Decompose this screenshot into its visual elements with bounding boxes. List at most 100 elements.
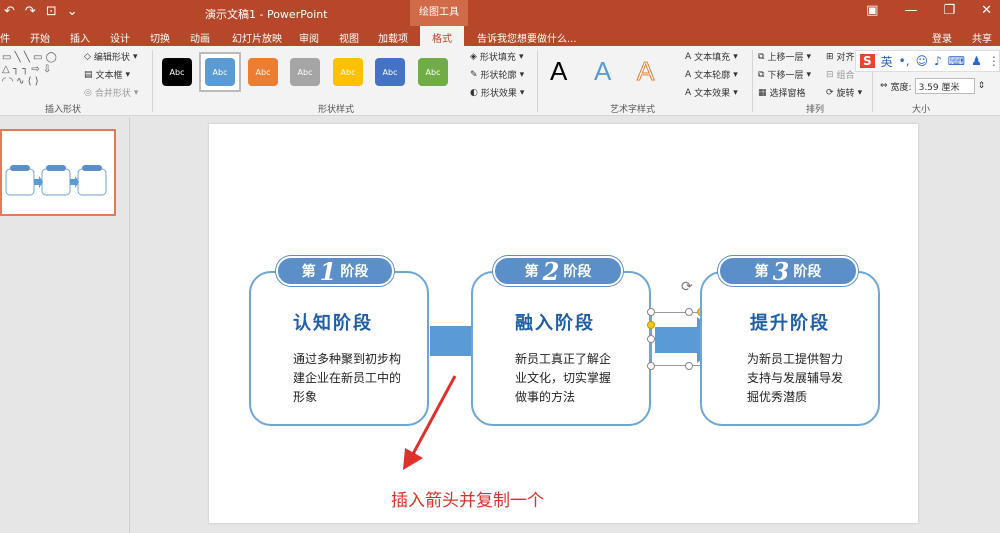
ime-language[interactable]: 英 [881, 53, 893, 70]
stage-title-2: 融入阶段 [515, 313, 595, 334]
resize-handle[interactable] [647, 308, 655, 316]
spinner-icon[interactable]: ⇕ [978, 81, 986, 91]
stage-title-1: 认知阶段 [293, 313, 373, 334]
restore-icon[interactable]: ❐ [943, 3, 955, 18]
stage-suffix: 阶段 [340, 264, 369, 280]
tab-slideshow[interactable]: 幻灯片放映 [232, 30, 282, 45]
rotate-label: 旋转 [836, 89, 855, 99]
merge-shapes-button[interactable]: ◎ 合并形状 ▾ [84, 86, 138, 100]
chevron-down-icon: ▾ [518, 51, 524, 62]
align-icon: ⊞ [826, 51, 834, 62]
wordart-blue[interactable]: A [594, 56, 611, 87]
tab-review[interactable]: 审阅 [299, 30, 319, 45]
group-button[interactable]: ⊟ 组合 [826, 68, 855, 82]
ribbon: ▭ ╲ ╲ ▭ ◯ △ ┐ ┐ ⇨ ⇩ ◜ ◝ ∿ ⟨ ⟩ ◇ 编辑形状 ▾ ▤ 文本… [0, 46, 1000, 116]
bring-forward-icon: ⧉ [758, 51, 765, 62]
skin-icon[interactable]: ♟ [971, 54, 982, 68]
shape-gallery[interactable]: ▭ ╲ ╲ ▭ ◯ △ ┐ ┐ ⇨ ⇩ ◜ ◝ ∿ ⟨ ⟩ [2, 52, 74, 96]
adjust-handle[interactable] [647, 321, 655, 329]
microphone-icon[interactable]: ♪ [934, 54, 942, 68]
stage-suffix: 阶段 [793, 264, 822, 280]
punctuation-icon[interactable]: •, [899, 54, 910, 68]
ribbon-display-icon[interactable]: ▣ [866, 3, 878, 18]
style-swatch-blue[interactable]: Abc [205, 58, 235, 86]
tab-animations[interactable]: 动画 [190, 30, 210, 45]
tab-insert[interactable]: 插入 [70, 30, 90, 45]
tab-addins[interactable]: 加载项 [378, 30, 408, 45]
redo-icon[interactable]: ↷ [25, 4, 36, 19]
close-icon[interactable]: ✕ [981, 3, 992, 18]
tell-me-search[interactable]: 告诉我您想要做什么... [477, 30, 577, 45]
undo-icon[interactable]: ↶ [4, 4, 15, 19]
chevron-down-icon: ▾ [733, 51, 738, 62]
group-icon: ⊟ [826, 69, 834, 80]
resize-handle[interactable] [685, 362, 693, 370]
minimize-icon[interactable]: — [904, 3, 917, 18]
edit-shape-button[interactable]: ◇ 编辑形状 ▾ [84, 50, 138, 64]
tab-file[interactable]: 件 [0, 30, 10, 45]
shape-effects-label: 形状效果 [480, 89, 517, 99]
chevron-down-icon: ▾ [806, 51, 811, 62]
style-swatch-green[interactable]: Abc [418, 58, 448, 86]
selection-pane-button[interactable]: ▦ 选择窗格 [758, 86, 806, 100]
tab-view[interactable]: 视图 [339, 30, 359, 45]
text-box-label: 文本框 [95, 71, 123, 81]
shape-fill-button[interactable]: ◈ 形状填充 ▾ [470, 50, 524, 64]
send-backward-icon: ⧉ [758, 69, 765, 80]
style-swatch-orange[interactable]: Abc [248, 58, 278, 86]
slide-canvas[interactable]: 第 1 阶段 认知阶段 通过多种聚到初步构建企业在新员工中的形象 第 2 阶段 … [209, 124, 918, 523]
style-swatch-gold[interactable]: Abc [333, 58, 363, 86]
slide-thumbnail[interactable] [0, 129, 116, 216]
tab-design[interactable]: 设计 [110, 30, 130, 45]
text-fill-button[interactable]: A 文本填充 ▾ [685, 50, 738, 64]
style-swatch-darkblue[interactable]: Abc [375, 58, 405, 86]
wordart-black[interactable]: A [550, 56, 567, 87]
chevron-down-icon: ▾ [733, 87, 738, 98]
login-link[interactable]: 登录 [932, 30, 952, 45]
send-backward-button[interactable]: ⧉ 下移一层 ▾ [758, 68, 811, 82]
present-icon[interactable]: ⊡ [46, 4, 57, 19]
text-effects-label: 文本效果 [694, 89, 731, 99]
stage-prefix: 第 [754, 264, 769, 280]
width-input[interactable]: 3.59 厘米 [914, 78, 975, 94]
rotate-button[interactable]: ⟳ 旋转 ▾ [826, 86, 862, 100]
wordart-orange-outline[interactable]: A [636, 56, 654, 87]
shape-outline-button[interactable]: ✎ 形状轮廓 ▾ [470, 68, 524, 82]
style-swatch-black[interactable]: Abc [162, 58, 192, 86]
keyboard-icon[interactable]: ⌨ [948, 54, 965, 68]
stage-tab-2: 第 2 阶段 [493, 256, 623, 286]
emoji-icon[interactable]: ☺ [916, 54, 929, 68]
stage-body-2: 新员工真正了解企业文化，切实掌握做事的方法 [515, 352, 612, 404]
text-box-button[interactable]: ▤ 文本框 ▾ [84, 68, 130, 82]
tab-format[interactable]: 格式 [420, 26, 464, 46]
share-button[interactable]: 共享 [972, 30, 992, 45]
rotate-icon: ⟳ [826, 87, 834, 98]
text-effects-button[interactable]: A 文本效果 ▾ [685, 86, 738, 100]
stage-body-3: 为新员工提供智力支持与发展辅导发掘优秀潜质 [747, 352, 844, 404]
effects-icon: ◐ [470, 87, 478, 98]
customize-qat-icon[interactable]: ⌄ [67, 4, 78, 19]
title-bar: ↶ ↷ ⊡ ⌄ 演示文稿1 - PowerPoint 绘图工具 ▣ — ❐ ✕ [0, 0, 1000, 26]
toolbox-icon[interactable]: ⋮⋮ [988, 54, 1000, 68]
group-label-arrange: 排列 [806, 105, 825, 115]
sogou-logo-icon: S [860, 54, 875, 68]
resize-handle[interactable] [685, 308, 693, 316]
align-label: 对齐 [836, 53, 855, 63]
style-swatch-gray[interactable]: Abc [290, 58, 320, 86]
align-button[interactable]: ⊞ 对齐 [826, 50, 855, 64]
resize-handle[interactable] [647, 335, 655, 343]
tab-transitions[interactable]: 切换 [150, 30, 170, 45]
text-outline-button[interactable]: A 文本轮廓 ▾ [685, 68, 738, 82]
tab-home[interactable]: 开始 [30, 30, 50, 45]
shape-effects-button[interactable]: ◐ 形状效果 ▾ [470, 86, 524, 100]
group-label-insert-shapes: 插入形状 [45, 105, 82, 115]
rotate-handle-icon[interactable]: ⟳ [681, 279, 693, 295]
shapes-row-1: ▭ ╲ ╲ ▭ ◯ [2, 52, 57, 63]
group-label: 组合 [836, 71, 855, 81]
chevron-down-icon: ▾ [132, 51, 138, 62]
bring-forward-button[interactable]: ⧉ 上移一层 ▾ [758, 50, 811, 64]
text-fill-label: 文本填充 [694, 53, 731, 63]
shape-fill-label: 形状填充 [479, 53, 516, 63]
resize-handle[interactable] [647, 362, 655, 370]
annotation-text: 插入箭头并复制一个 [391, 491, 544, 511]
